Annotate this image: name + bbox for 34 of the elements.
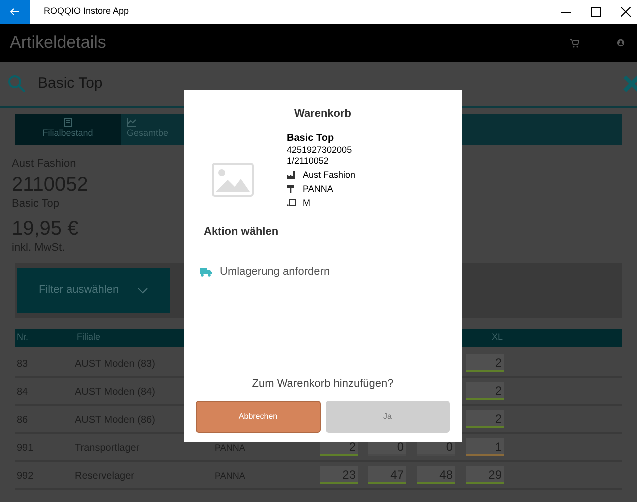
dialog-title: Warenkorb	[294, 107, 352, 122]
column-header: XL	[492, 331, 504, 344]
product-name: Basic Top	[287, 132, 336, 144]
column-header: Filiale	[77, 331, 101, 344]
article-number: 1/2110052	[287, 156, 330, 166]
chart-icon	[127, 118, 136, 128]
tab[interactable]: Filialbestand	[15, 114, 121, 145]
column-header: Nr.	[17, 331, 29, 344]
confirm-button[interactable]: Ja	[326, 401, 450, 433]
list-icon	[64, 118, 72, 128]
truck-icon	[200, 268, 212, 277]
section-heading: Aktion wählen	[204, 224, 280, 240]
page-title: Artikeldetails	[10, 32, 106, 54]
window-title: ROQQIO Instore App	[44, 5, 130, 18]
filter-dropdown[interactable]: Filter auswählen	[17, 268, 170, 313]
variant-label: PANNA	[303, 184, 334, 194]
supplier-label: Aust Fashion	[303, 170, 356, 180]
factory-icon	[287, 171, 296, 179]
image-placeholder-icon	[212, 162, 254, 196]
user-icon[interactable]	[617, 39, 625, 47]
cancel-button[interactable]: Abbrechen	[196, 401, 321, 433]
size-label: M	[303, 198, 310, 208]
size-icon	[287, 199, 296, 207]
maximize-icon[interactable]	[591, 7, 601, 17]
ean-number: 4251927302005	[287, 144, 354, 156]
back-arrow-icon	[10, 8, 20, 16]
paint-roller-icon	[287, 185, 296, 193]
cart-icon[interactable]	[570, 38, 579, 48]
back-button[interactable]	[0, 0, 30, 24]
search-icon	[8, 75, 26, 93]
action-item[interactable]: Umlagerung anfordern	[200, 264, 330, 280]
close-icon[interactable]	[621, 7, 631, 17]
confirm-question: Zum Warenkorb hinzufügen?	[252, 376, 394, 392]
chevron-down-icon	[138, 288, 148, 294]
